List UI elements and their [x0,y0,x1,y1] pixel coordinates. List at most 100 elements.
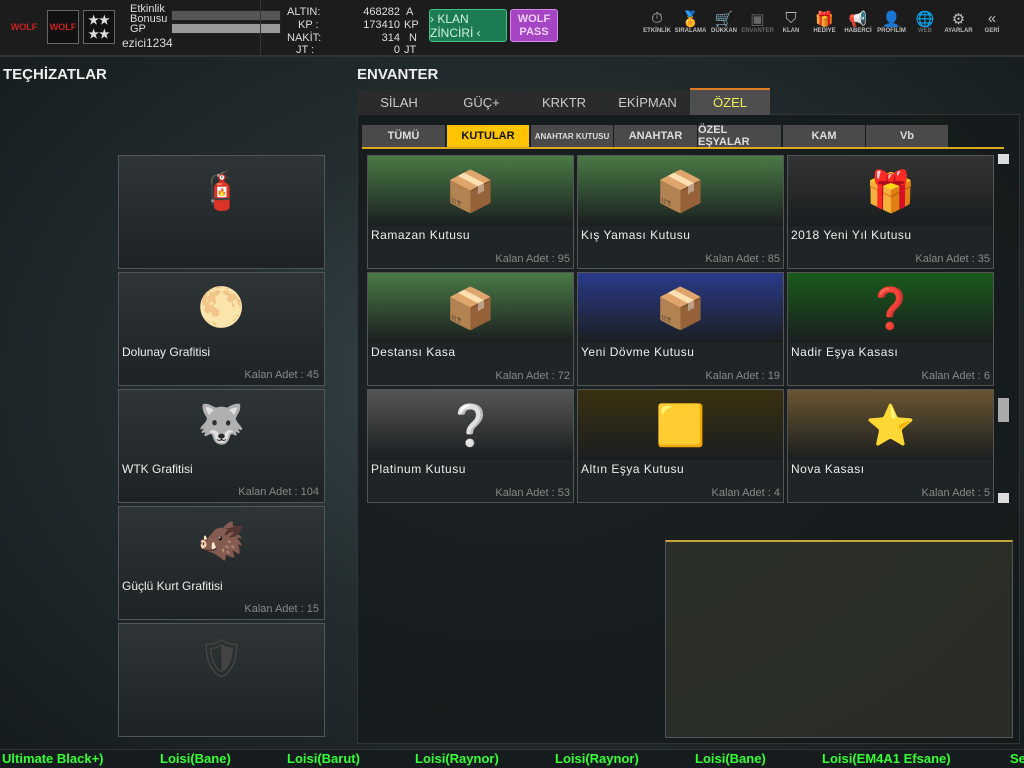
item-image: ❔ [368,390,573,460]
item-name: Platinum Kutusu [371,462,466,476]
inventory-item[interactable]: ⭐ Nova Kasası Kalan Adet : 5 [787,389,994,503]
profile-icon: 👤 [882,11,901,28]
inventory-item[interactable]: 🎁 2018 Yeni Yıl Kutusu Kalan Adet : 35 [787,155,994,269]
wolf-pass-button[interactable]: WOLF PASS [510,9,558,42]
nav-label: AYARLAR [944,28,973,34]
inventory-item[interactable]: 📦 Ramazan Kutusu Kalan Adet : 95 [367,155,574,269]
nav-klan[interactable]: ⛉ KLAN [772,10,810,34]
event-bonus-label: Etkinlik Bonusu [130,3,168,25]
ticker-entry: Se [1010,751,1024,766]
slot-name: WTK Grafitisi [122,462,193,476]
item-image: 📦 [578,273,783,343]
item-image: ⭐ [788,390,993,460]
tab-1[interactable]: GÜÇ+ [441,90,522,115]
item-count: Kalan Adet : 72 [495,370,570,382]
item-name: Yeni Dövme Kutusu [581,345,695,359]
medal-icon: 🏅 [681,11,700,28]
equipment-slot[interactable]: 🧯 [118,155,325,269]
top-bar: WOLF WOLF ★★ ★★ Etkinlik Bonusu GP ezici1… [0,0,1024,57]
nav-label: SIRALAMA [674,28,707,34]
slot-image: 🐺 [197,404,246,446]
slot-count: Kalan Adet : 45 [244,369,319,381]
item-count: Kalan Adet : 6 [921,370,991,382]
inventory-item[interactable]: 🟨 Altın Eşya Kutusu Kalan Adet : 4 [577,389,784,503]
item-image: 📦 [368,273,573,343]
cart-icon: 🛒 [714,11,734,28]
currency-label: ALTIN: [287,6,321,18]
nav-etki̇nli̇k[interactable]: ⏱ ETKİNLİK [638,10,676,34]
item-name: Destansı Kasa [371,345,456,359]
inventory-item[interactable]: ❓ Nadir Eşya Kasası Kalan Adet : 6 [787,272,994,386]
nav-envanter[interactable]: ▣ ENVANTER [739,10,777,34]
nav-siralama[interactable]: 🏅 SIRALAMA [672,10,710,34]
subtab-5[interactable]: KAM [783,125,865,147]
subtab-4[interactable]: ÖZEL EŞYALAR [698,124,781,148]
ticker-entry: Ultimate Black+) [2,751,104,766]
shield-icon: ⛉ [785,10,797,27]
currency-value: 0 [393,44,400,56]
currency-unit: N [409,32,417,44]
tab-3[interactable]: EKİPMAN [606,90,689,115]
item-count: Kalan Adet : 95 [495,253,570,265]
globe-icon: 🌐 [915,11,935,28]
scrollbar-thumb[interactable] [998,398,1009,422]
tab-0[interactable]: SİLAH [358,90,440,115]
item-name: Kış Yaması Kutusu [581,228,691,242]
currency-unit: KP [404,19,419,31]
scroll-up-button[interactable] [998,154,1009,164]
subtab-2[interactable]: ANAHTAR KUTUSU [531,125,613,147]
clan-emblem[interactable]: WOLF [47,10,79,44]
nav-ayarlar[interactable]: ⚙ AYARLAR [940,10,978,34]
slot-image: 🧯 [197,170,246,212]
equipment-slot[interactable]: 🐗 Güçlü Kurt Grafitisi Kalan Adet : 15 [118,506,325,620]
tab-2[interactable]: KRKTR [523,90,605,115]
game-logo: WOLF [10,22,38,32]
klan-chain-button[interactable]: › KLAN ZİNCİRİ ‹ [429,9,507,42]
nav-label: PROFİLİM [877,28,906,34]
nav-profi̇li̇m[interactable]: 👤 PROFİLİM [873,10,911,34]
tab-4[interactable]: ÖZEL [690,90,770,115]
nav-haberci̇[interactable]: 📢 HABERCİ [839,10,877,34]
equipment-slot[interactable]: 🐺 WTK Grafitisi Kalan Adet : 104 [118,389,325,503]
nav-label: GERİ [984,28,1000,34]
gp-bar [171,23,281,34]
ticker-entry: Loisi(Bane) [695,751,766,766]
item-name: 2018 Yeni Yıl Kutusu [791,228,912,242]
currency-label: JT : [296,44,315,56]
slot-name: Güçlü Kurt Grafitisi [122,579,223,593]
megaphone-icon: 📢 [848,11,868,28]
equipment-slot[interactable]: 🛡 [118,623,325,737]
inventory-item[interactable]: 📦 Kış Yaması Kutusu Kalan Adet : 85 [577,155,784,269]
equipment-slot[interactable]: 🌕 Dolunay Grafitisi Kalan Adet : 45 [118,272,325,386]
slot-image: 🛡 [197,638,246,680]
item-count: Kalan Adet : 53 [495,487,570,499]
nav-web[interactable]: 🌐 WEB [906,10,944,34]
slot-name: Dolunay Grafitisi [122,345,211,359]
rank-stars-icon: ★★ ★★ [83,10,115,44]
nav-label: DÜKKAN [711,28,737,34]
inventory-item[interactable]: 📦 Yeni Dövme Kutusu Kalan Adet : 19 [577,272,784,386]
chest-icon: ▣ [750,11,765,28]
inventory-item[interactable]: ❔ Platinum Kutusu Kalan Adet : 53 [367,389,574,503]
subtab-0[interactable]: TÜMÜ [362,125,445,147]
subtab-3[interactable]: ANAHTAR [614,125,697,147]
nav-hedi̇ye[interactable]: 🎁 HEDİYE [806,10,844,34]
nav-label: KLAN [782,28,800,34]
item-description-panel [665,540,1013,738]
ticker-entry: Loisi(Raynor) [415,751,499,766]
ticker-entry: Loisi(Bane) [160,751,231,766]
subtab-1[interactable]: KUTULAR [447,125,529,147]
item-count: Kalan Adet : 19 [705,370,780,382]
subtab-6[interactable]: Vb [866,125,948,147]
ticker-entry: Loisi(Raynor) [555,751,639,766]
nav-dükkan[interactable]: 🛒 DÜKKAN [705,10,743,34]
news-ticker: Ultimate Black+) Loisi(Bane) Loisi(Barut) L… [0,749,1024,768]
nav-label: HEDİYE [813,28,836,34]
inventory-title: ENVANTER [357,66,439,83]
nav-label: ENVANTER [741,28,774,34]
item-count: Kalan Adet : 85 [705,253,780,265]
nav-geri̇[interactable]: «GERİ [973,10,1011,34]
inventory-item[interactable]: 📦 Destansı Kasa Kalan Adet : 72 [367,272,574,386]
item-image: 🟨 [578,390,783,460]
scroll-down-button[interactable] [998,493,1009,503]
